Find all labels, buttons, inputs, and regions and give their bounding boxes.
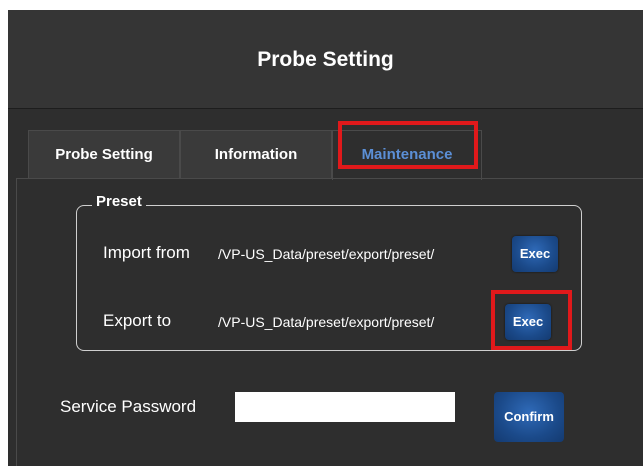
window-title: Probe Setting (257, 48, 394, 71)
service-password-input[interactable] (235, 392, 455, 422)
import-from-label: Import from (103, 243, 190, 262)
tab-probe-setting[interactable]: Probe Setting (28, 130, 180, 178)
export-path: /VP-US_Data/preset/export/preset/ (218, 314, 435, 330)
confirm-button[interactable]: Confirm (494, 392, 564, 442)
title-bar: Probe Setting (8, 10, 643, 109)
maintenance-tab-highlight (338, 121, 478, 169)
probe-setting-window: Probe Setting Probe Setting Information … (8, 10, 643, 466)
tab-bar: Probe Setting Information Maintenance (8, 120, 643, 180)
export-exec-highlight (491, 290, 572, 350)
import-exec-button[interactable]: Exec (512, 236, 558, 272)
import-path: /VP-US_Data/preset/export/preset/ (218, 246, 435, 262)
service-password-label: Service Password (60, 397, 197, 416)
export-to-label: Export to (103, 311, 172, 330)
tab-information[interactable]: Information (180, 130, 332, 178)
preset-legend: Preset (92, 193, 146, 210)
